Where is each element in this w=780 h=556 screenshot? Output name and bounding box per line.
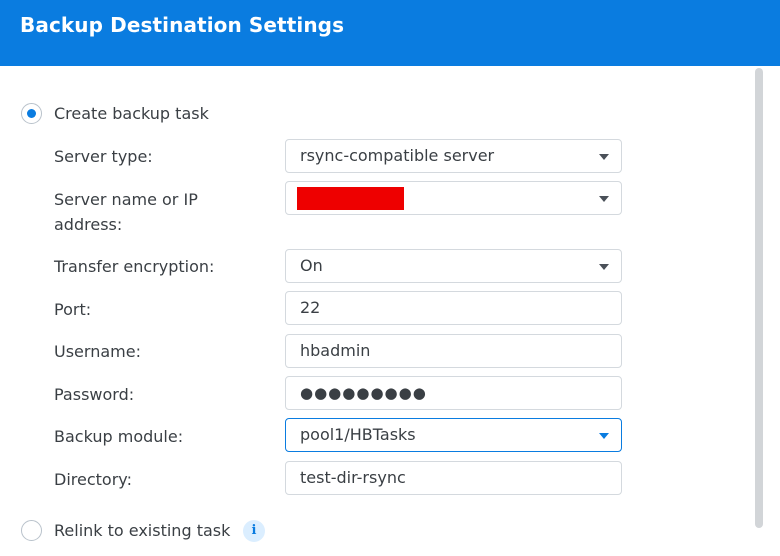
- transfer-encryption-value: On: [300, 256, 323, 275]
- server-type-label: Server type:: [54, 147, 153, 166]
- port-input[interactable]: 22: [285, 291, 622, 325]
- backup-module-select[interactable]: pool1/HBTasks: [285, 418, 622, 452]
- username-input[interactable]: hbadmin: [285, 334, 622, 368]
- redacted-server-name: [297, 187, 404, 210]
- chevron-down-icon[interactable]: [599, 433, 609, 439]
- password-masked-value: ●●●●●●●●●: [300, 384, 427, 402]
- server-name-combobox[interactable]: [285, 181, 622, 215]
- username-label: Username:: [54, 342, 141, 361]
- chevron-down-icon[interactable]: [599, 264, 609, 270]
- username-value: hbadmin: [300, 341, 371, 360]
- port-label: Port:: [54, 300, 92, 319]
- info-icon[interactable]: i: [243, 520, 265, 542]
- dialog-header: Backup Destination Settings: [0, 0, 780, 66]
- password-label: Password:: [54, 385, 135, 404]
- vertical-scrollbar[interactable]: [755, 68, 763, 528]
- relink-existing-task-radio[interactable]: [21, 520, 42, 541]
- port-value: 22: [300, 298, 321, 317]
- create-backup-task-label[interactable]: Create backup task: [54, 104, 209, 123]
- backup-module-label: Backup module:: [54, 427, 184, 446]
- transfer-encryption-select[interactable]: On: [285, 249, 622, 283]
- backup-module-value: pool1/HBTasks: [300, 425, 416, 444]
- chevron-down-icon[interactable]: [599, 154, 609, 160]
- dialog-title: Backup Destination Settings: [20, 13, 345, 37]
- transfer-encryption-label: Transfer encryption:: [54, 257, 215, 276]
- create-backup-task-radio[interactable]: [21, 103, 42, 124]
- directory-value: test-dir-rsync: [300, 468, 406, 487]
- chevron-down-icon[interactable]: [599, 196, 609, 202]
- server-type-value: rsync-compatible server: [300, 146, 495, 165]
- password-input[interactable]: ●●●●●●●●●: [285, 376, 622, 410]
- relink-existing-task-label[interactable]: Relink to existing task: [54, 521, 230, 540]
- server-name-label: Server name or IP address:: [54, 190, 198, 234]
- directory-label: Directory:: [54, 470, 132, 489]
- server-type-select[interactable]: rsync-compatible server: [285, 139, 622, 173]
- directory-input[interactable]: test-dir-rsync: [285, 461, 622, 495]
